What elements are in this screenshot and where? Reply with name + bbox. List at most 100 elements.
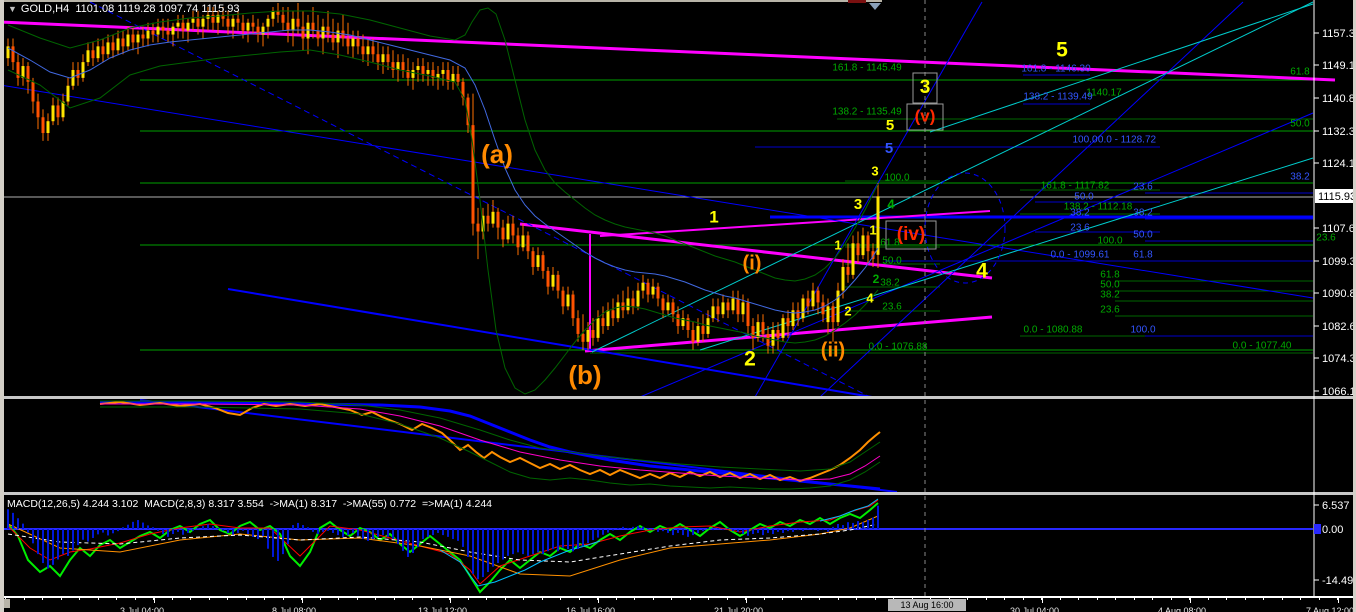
- candle-body: [486, 215, 490, 224]
- time-label: 13 Jul 12:00: [418, 606, 468, 612]
- wave-fib-label: 61.8: [1133, 250, 1153, 261]
- minor-tick: [652, 598, 654, 600]
- candle-body: [781, 318, 785, 338]
- time-label: 21 Jul 20:00: [714, 606, 764, 612]
- minor-tick: [171, 598, 173, 600]
- dropdown-arrow-icon[interactable]: ▼: [8, 4, 17, 14]
- candle-body: [636, 290, 640, 307]
- candle-body: [841, 266, 845, 291]
- price-label: 1157.39: [1322, 28, 1356, 40]
- candle-body: [831, 306, 835, 323]
- price-label: 1082.64: [1322, 321, 1356, 333]
- candle-body: [121, 38, 125, 47]
- candle-body: [561, 290, 565, 307]
- minor-tick: [245, 598, 247, 600]
- candle-body: [786, 318, 790, 327]
- candle-body: [586, 329, 590, 342]
- candle-body: [501, 227, 505, 240]
- candle-body: [101, 46, 105, 55]
- wave-fib-label: 0.0 - 1128.72: [1098, 135, 1157, 146]
- macd-axis: 6.537 0.00 -14.497: [1314, 500, 1356, 587]
- minor-tick: [60, 598, 62, 600]
- candle-body: [546, 270, 550, 287]
- wave-fib-label: 23.6: [1070, 223, 1090, 234]
- major-tick: [1042, 598, 1043, 603]
- minor-tick: [467, 598, 469, 600]
- minor-tick: [23, 598, 25, 600]
- candle-body: [456, 73, 460, 82]
- time-axis[interactable]: 3 Jul 04:00 8 Jul 08:00 13 Jul 12:00 16 Jul…: [0, 598, 1356, 612]
- wave-fib-label: (iv): [897, 224, 926, 245]
- minor-tick: [338, 598, 339, 600]
- candle-body: [281, 14, 285, 23]
- candle-body: [811, 290, 815, 307]
- candle-body: [711, 306, 715, 319]
- trend-line: [599, 210, 991, 237]
- minor-tick: [412, 598, 413, 600]
- candle-body: [36, 101, 40, 118]
- wave-fib-label: 50.0: [882, 256, 902, 267]
- time-label: 3 Jul 04:00: [120, 606, 165, 612]
- wave-fib-label: 0.0 - 1080.88: [1024, 325, 1083, 336]
- minor-tick: [541, 598, 543, 600]
- trend-line: [591, 1, 1314, 353]
- candle-body: [441, 69, 445, 74]
- minor-tick: [1226, 598, 1227, 600]
- minor-tick: [689, 598, 691, 600]
- candle-body: [726, 302, 730, 311]
- candle-body: [186, 22, 190, 31]
- candle-body: [826, 306, 830, 323]
- wave-fib-label: 1: [869, 222, 876, 237]
- wave-fib-label: 50.0: [1074, 192, 1094, 203]
- minor-tick: [190, 598, 191, 600]
- candle-body: [46, 121, 50, 134]
- candle-body: [171, 26, 175, 35]
- candle-body: [161, 26, 165, 31]
- candle-body: [191, 18, 195, 23]
- candle-body: [266, 18, 270, 27]
- candle-body: [51, 105, 55, 122]
- wave-fib-label: 2: [844, 303, 851, 318]
- minor-tick: [1022, 598, 1024, 600]
- candle-body: [96, 46, 100, 59]
- osma-env-up: [100, 400, 881, 472]
- wave-fib-label: 3: [920, 77, 931, 98]
- minor-tick: [1096, 598, 1098, 600]
- macd-value-label: -14.497: [1322, 575, 1356, 587]
- candle-body: [306, 22, 310, 39]
- candle-body: [126, 34, 130, 47]
- candle-body: [241, 22, 245, 31]
- candle-body: [136, 34, 140, 43]
- minor-tick: [264, 598, 265, 600]
- price-label: 1066.14: [1322, 386, 1356, 398]
- wave-fib-label: (a): [481, 139, 513, 169]
- minor-tick: [97, 598, 99, 600]
- minor-tick: [578, 598, 580, 600]
- candle-body: [806, 298, 810, 307]
- chart-shift-icon[interactable]: [869, 3, 881, 10]
- candle-body: [366, 46, 370, 55]
- candle-body: [376, 54, 380, 63]
- minor-tick: [1170, 598, 1172, 600]
- scroll-strip[interactable]: [0, 0, 882, 2]
- mt4-chart-window: (a) (b) (i) (ii) (iv) (v) 3 5 4 2 1 5 5 3 3 4 1 1 4 2 2 161.8…: [0, 0, 1356, 612]
- minor-tick: [1318, 598, 1320, 600]
- time-label: 16 Jul 16:00: [566, 606, 616, 612]
- price-label: 1149.14: [1322, 60, 1356, 72]
- wave-fib-label: 0.0 - 1099.61: [1051, 250, 1110, 261]
- minor-tick: [227, 598, 228, 600]
- candle-body: [846, 266, 850, 275]
- candle-body: [691, 329, 695, 342]
- minor-tick: [1078, 598, 1079, 600]
- wave-fib-label: 38.2: [880, 278, 900, 289]
- ohlc-line: 1101.08 1119.28 1097.74 1115.93: [75, 3, 240, 15]
- price-label: 1124.14: [1322, 158, 1356, 170]
- minor-tick: [504, 598, 506, 600]
- candle-body: [516, 235, 520, 248]
- candle-body: [326, 26, 330, 35]
- candle-body: [496, 211, 500, 228]
- annotations: (a)(b)(i)(ii)(iv)(v)354215533 411422161.8…: [481, 39, 1336, 390]
- wave-fib-label: 100.0: [884, 173, 909, 184]
- candle-body: [741, 302, 745, 315]
- wave-fib-label: 4: [866, 290, 874, 305]
